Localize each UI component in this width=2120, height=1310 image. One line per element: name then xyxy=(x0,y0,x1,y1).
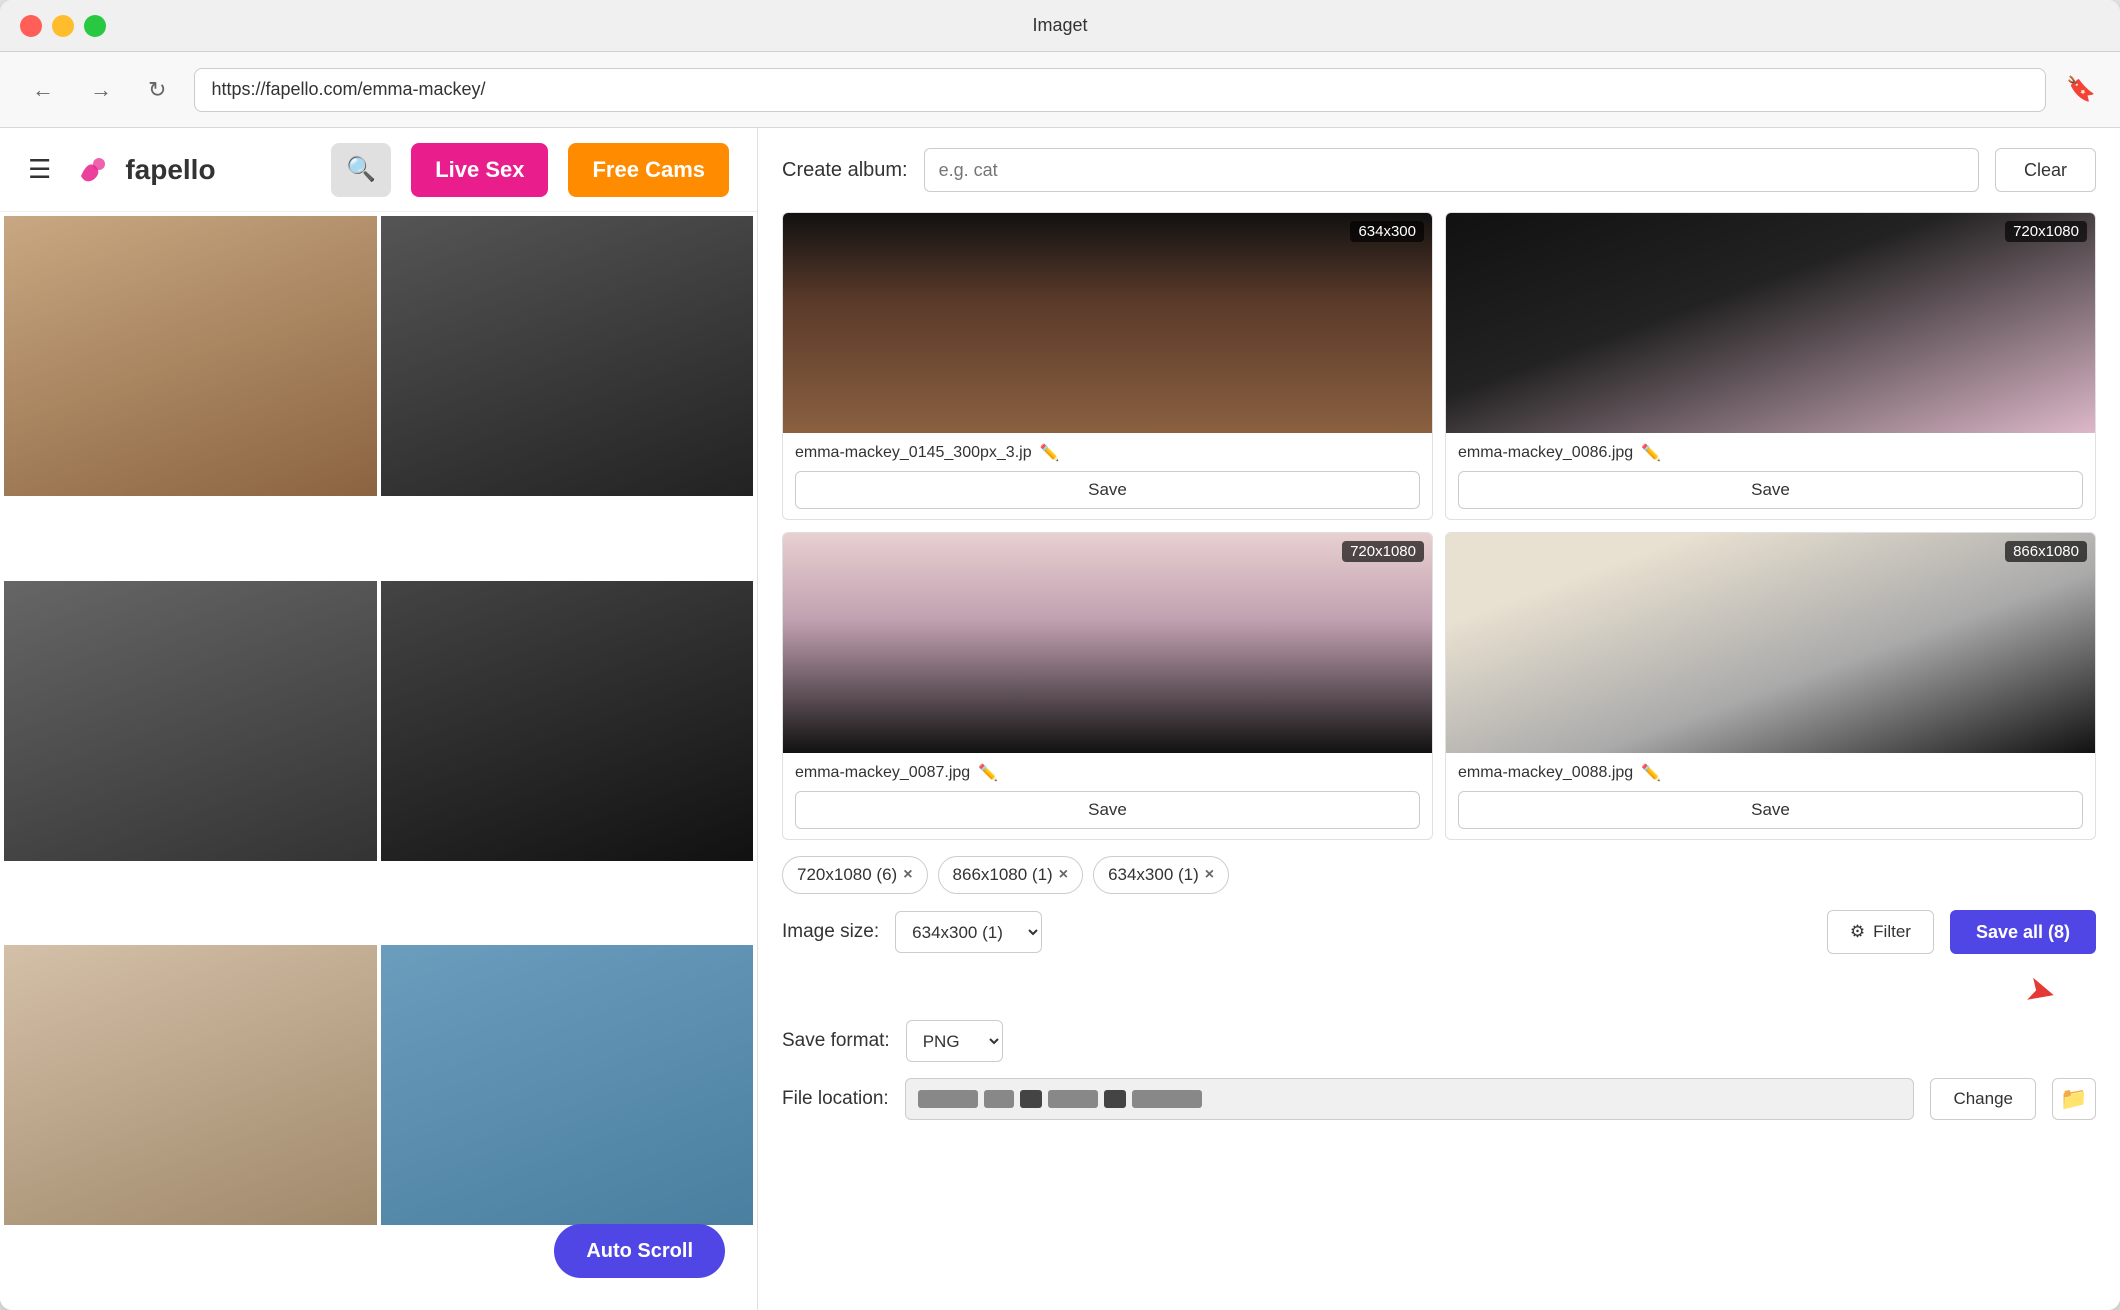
change-button[interactable]: Change xyxy=(1930,1078,2036,1120)
filter-button[interactable]: ⚙ Filter xyxy=(1827,910,1934,954)
search-button[interactable]: 🔍 xyxy=(331,143,391,197)
edit-icon[interactable]: ✏️ xyxy=(1641,763,1661,783)
save-button[interactable]: Save xyxy=(795,471,1420,509)
path-segment xyxy=(1048,1090,1098,1108)
website-grid-item xyxy=(381,581,754,861)
save-button[interactable]: Save xyxy=(1458,471,2083,509)
website-wrapper: Auto Scroll xyxy=(0,212,757,1310)
format-select[interactable]: PNG JPG WEBP xyxy=(906,1020,1003,1062)
url-input[interactable] xyxy=(194,68,2046,112)
window-title: Imaget xyxy=(1032,15,1087,36)
image-dimensions: 634x300 xyxy=(1350,221,1424,242)
file-location-label: File location: xyxy=(782,1088,889,1110)
image-dimensions: 866x1080 xyxy=(2005,541,2087,562)
filter-tag-remove[interactable]: × xyxy=(1059,866,1068,884)
image-card-thumb: 866x1080 xyxy=(1446,533,2095,753)
fapello-logo-text: fapello xyxy=(125,154,215,186)
forward-button[interactable]: → xyxy=(82,69,120,111)
image-filename: emma-mackey_0088.jpg ✏️ xyxy=(1458,763,2083,783)
website-image-grid xyxy=(0,212,757,1310)
album-input[interactable] xyxy=(924,148,1979,192)
save-button[interactable]: Save xyxy=(795,791,1420,829)
fapello-logo-svg xyxy=(71,148,115,192)
filter-tag: 634x300 (1) × xyxy=(1093,856,1229,894)
refresh-button[interactable]: ↻ xyxy=(140,69,174,111)
filter-tag-remove[interactable]: × xyxy=(1205,866,1214,884)
auto-scroll-button[interactable]: Auto Scroll xyxy=(554,1224,725,1278)
clear-button[interactable]: Clear xyxy=(1995,148,2096,192)
images-grid: 634x300 emma-mackey_0145_300px_3.jp ✏️ S… xyxy=(782,212,2096,840)
save-all-button[interactable]: Save all (8) xyxy=(1950,910,2096,954)
fapello-logo[interactable]: fapello xyxy=(71,148,215,192)
file-location-row: File location: Change 📁 xyxy=(782,1078,2096,1120)
image-card-info: emma-mackey_0086.jpg ✏️ Save xyxy=(1446,433,2095,519)
image-card-info: emma-mackey_0145_300px_3.jp ✏️ Save xyxy=(783,433,1432,519)
edit-icon[interactable]: ✏️ xyxy=(978,763,998,783)
website-grid-item xyxy=(381,945,754,1225)
minimize-button[interactable] xyxy=(52,15,74,37)
image-card: 720x1080 emma-mackey_0087.jpg ✏️ Save xyxy=(782,532,1433,840)
live-sex-button[interactable]: Live Sex xyxy=(411,143,548,197)
save-format-label: Save format: xyxy=(782,1030,890,1052)
image-card: 866x1080 emma-mackey_0088.jpg ✏️ Save xyxy=(1445,532,2096,840)
back-button[interactable]: ← xyxy=(24,69,62,111)
fapello-header: ☰ fapello 🔍 Live Sex Free Cams xyxy=(0,128,757,212)
save-button[interactable]: Save xyxy=(1458,791,2083,829)
controls-row: Image size: 634x300 (1) 720x1080 (6) 866… xyxy=(782,910,2096,954)
folder-button[interactable]: 📁 xyxy=(2052,1078,2096,1120)
path-segment xyxy=(984,1090,1014,1108)
filter-tags: 720x1080 (6) × 866x1080 (1) × 634x300 (1… xyxy=(782,856,2096,894)
close-button[interactable] xyxy=(20,15,42,37)
website-grid-item xyxy=(381,216,754,496)
image-filename: emma-mackey_0145_300px_3.jp ✏️ xyxy=(795,443,1420,463)
filter-icon: ⚙ xyxy=(1850,922,1865,942)
extension-panel: Create album: Clear 634x300 emma-mackey_… xyxy=(758,128,2120,1310)
website-grid-item xyxy=(4,945,377,1225)
path-segment xyxy=(918,1090,978,1108)
image-dimensions: 720x1080 xyxy=(1342,541,1424,562)
website-grid-item xyxy=(4,216,377,496)
image-card-info: emma-mackey_0087.jpg ✏️ Save xyxy=(783,753,1432,839)
bookmark-icon[interactable]: 🔖 xyxy=(2066,75,2096,104)
path-segment xyxy=(1020,1090,1042,1108)
main-area: ☰ fapello 🔍 Live Sex Free Cams xyxy=(0,128,2120,1310)
path-segment xyxy=(1132,1090,1202,1108)
image-card-thumb: 720x1080 xyxy=(783,533,1432,753)
size-select[interactable]: 634x300 (1) 720x1080 (6) 866x1080 (1) Al… xyxy=(895,911,1042,953)
free-cams-button[interactable]: Free Cams xyxy=(568,143,729,197)
image-card-info: emma-mackey_0088.jpg ✏️ Save xyxy=(1446,753,2095,839)
search-icon: 🔍 xyxy=(346,155,376,184)
browser-toolbar: ← → ↻ 🔖 xyxy=(0,52,2120,128)
traffic-lights xyxy=(20,15,106,37)
image-card-thumb: 634x300 xyxy=(783,213,1432,433)
filter-tag: 720x1080 (6) × xyxy=(782,856,928,894)
path-segment xyxy=(1104,1090,1126,1108)
folder-icon: 📁 xyxy=(2060,1086,2087,1112)
image-card-thumb: 720x1080 xyxy=(1446,213,2095,433)
arrow-row: ➤ xyxy=(782,970,2096,1012)
app-window: Imaget ← → ↻ 🔖 ☰ fapello xyxy=(0,0,2120,1310)
edit-icon[interactable]: ✏️ xyxy=(1040,443,1060,463)
image-card: 720x1080 emma-mackey_0086.jpg ✏️ Save xyxy=(1445,212,2096,520)
image-filename: emma-mackey_0086.jpg ✏️ xyxy=(1458,443,2083,463)
image-dimensions: 720x1080 xyxy=(2005,221,2087,242)
create-album-label: Create album: xyxy=(782,159,908,182)
file-location-bar xyxy=(905,1078,1915,1120)
edit-icon[interactable]: ✏️ xyxy=(1641,443,1661,463)
image-filename: emma-mackey_0087.jpg ✏️ xyxy=(795,763,1420,783)
website-panel: ☰ fapello 🔍 Live Sex Free Cams xyxy=(0,128,758,1310)
arrow-icon: ➤ xyxy=(2021,967,2061,1015)
hamburger-icon[interactable]: ☰ xyxy=(28,154,51,185)
title-bar: Imaget xyxy=(0,0,2120,52)
create-album-row: Create album: Clear xyxy=(782,148,2096,192)
filter-tag-remove[interactable]: × xyxy=(903,866,912,884)
image-size-label: Image size: xyxy=(782,921,879,943)
filter-tag: 866x1080 (1) × xyxy=(938,856,1084,894)
image-card: 634x300 emma-mackey_0145_300px_3.jp ✏️ S… xyxy=(782,212,1433,520)
website-grid-item xyxy=(4,581,377,861)
maximize-button[interactable] xyxy=(84,15,106,37)
format-row: Save format: PNG JPG WEBP xyxy=(782,1020,2096,1062)
